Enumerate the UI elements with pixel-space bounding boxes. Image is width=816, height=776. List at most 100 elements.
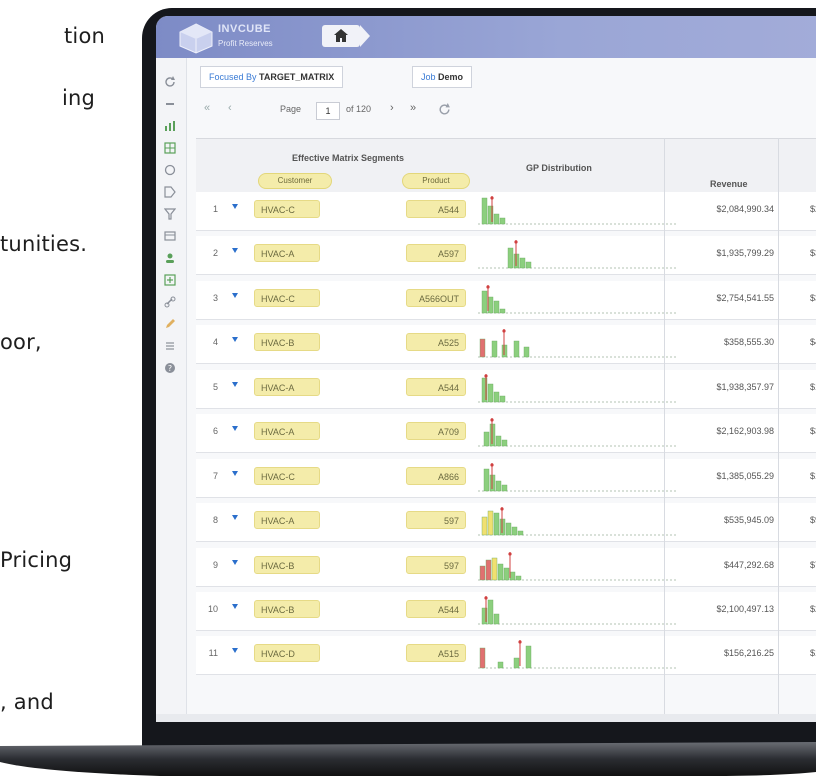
row-expand-icon[interactable] xyxy=(232,337,238,342)
pagination: « ‹ Page 1 of 120 › » xyxy=(200,102,620,124)
refresh-icon[interactable] xyxy=(164,76,176,88)
gp-distribution-chart[interactable] xyxy=(478,592,678,630)
home-button[interactable] xyxy=(322,25,360,47)
histogram-bar xyxy=(499,308,506,314)
prev-page-button[interactable]: ‹ xyxy=(228,102,232,114)
customer-segment-cell[interactable]: HVAC-A xyxy=(254,378,320,396)
first-page-button[interactable]: « xyxy=(204,102,210,114)
table-row[interactable]: 6 HVAC-A A709 $2,162,903.98 $32 xyxy=(196,414,816,453)
gp-distribution-chart[interactable] xyxy=(478,192,678,230)
gp-distribution-chart[interactable] xyxy=(478,459,678,497)
breadcrumb-arrow xyxy=(360,25,370,47)
row-expand-icon[interactable] xyxy=(232,471,238,476)
customer-segment-cell[interactable]: HVAC-A xyxy=(254,422,320,440)
product-segment-cell[interactable]: A515 xyxy=(406,644,466,662)
product-segment-cell[interactable]: A597 xyxy=(406,244,466,262)
customer-segment-cell[interactable]: HVAC-B xyxy=(254,556,320,574)
customer-segment-cell[interactable]: HVAC-B xyxy=(254,333,320,351)
left-toolbar: ? xyxy=(156,58,187,722)
gp-distribution-chart[interactable] xyxy=(478,636,678,674)
tab-job[interactable]: Job Demo xyxy=(412,66,473,88)
table-icon[interactable] xyxy=(164,230,176,242)
revenue-header[interactable]: Revenue xyxy=(710,179,748,189)
product-segment-cell[interactable]: A544 xyxy=(406,600,466,618)
customer-segment-cell[interactable]: HVAC-C xyxy=(254,467,320,485)
histogram-bar xyxy=(509,571,516,581)
revenue-cell: $2,100,497.13 xyxy=(716,604,774,614)
link-icon[interactable] xyxy=(164,296,176,308)
table-row[interactable]: 5 HVAC-A A544 $1,938,357.97 $19 xyxy=(196,370,816,409)
table-row[interactable]: 2 HVAC-A A597 $1,935,799.29 $390 xyxy=(196,236,816,275)
next-page-button[interactable]: › xyxy=(390,102,394,114)
tab-focused[interactable]: Focused By TARGET_MATRIX xyxy=(200,66,344,88)
customer-segment-cell[interactable]: HVAC-A xyxy=(254,511,320,529)
row-expand-icon[interactable] xyxy=(232,204,238,209)
gp-distribution-header[interactable]: GP Distribution xyxy=(526,163,592,173)
table-row[interactable]: 9 HVAC-B 597 $447,292.68 $7 xyxy=(196,548,816,587)
next-column-cell: $4 xyxy=(810,337,816,347)
histogram-bar xyxy=(501,484,508,492)
row-expand-icon[interactable] xyxy=(232,604,238,609)
bg-text-line-2: ing xyxy=(62,86,96,110)
tag-icon[interactable] xyxy=(164,186,176,198)
product-segment-cell[interactable]: A566OUT xyxy=(406,289,466,307)
customer-column-header[interactable]: Customer xyxy=(258,173,332,189)
table-row[interactable]: 10 HVAC-B A544 $2,100,497.13 $27 xyxy=(196,592,816,631)
row-number: 1 xyxy=(212,204,218,214)
filter-icon[interactable] xyxy=(164,208,176,220)
column-divider xyxy=(664,138,665,722)
table-row[interactable]: 11 HVAC-D A515 $156,216.25 $1 xyxy=(196,636,816,675)
list-icon[interactable] xyxy=(164,340,176,352)
pencil-icon[interactable] xyxy=(164,318,176,330)
gp-distribution-chart[interactable] xyxy=(478,503,678,541)
customer-segment-cell[interactable]: HVAC-A xyxy=(254,244,320,262)
customer-segment-cell[interactable]: HVAC-C xyxy=(254,289,320,307)
product-segment-cell[interactable]: A544 xyxy=(406,378,466,396)
product-segment-cell[interactable]: A866 xyxy=(406,467,466,485)
table-row[interactable]: 3 HVAC-C A566OUT $2,754,541.55 $380 xyxy=(196,281,816,320)
chart-icon[interactable] xyxy=(164,120,176,132)
user-icon[interactable] xyxy=(164,252,176,264)
row-expand-icon[interactable] xyxy=(232,382,238,387)
app-logo[interactable]: INVCUBE Profit Reserves xyxy=(178,22,338,54)
revenue-cell: $535,945.09 xyxy=(723,515,774,525)
page-number-input[interactable]: 1 xyxy=(316,102,340,120)
gp-distribution-chart[interactable] xyxy=(478,325,678,363)
customer-segment-cell[interactable]: HVAC-C xyxy=(254,200,320,218)
histogram-bar xyxy=(499,217,506,225)
reload-icon[interactable] xyxy=(438,103,451,116)
gp-distribution-chart[interactable] xyxy=(478,236,678,274)
product-column-header[interactable]: Product xyxy=(402,173,470,189)
table-row[interactable]: 4 HVAC-B A525 $358,555.30 $4 xyxy=(196,325,816,364)
customer-segment-cell[interactable]: HVAC-B xyxy=(254,600,320,618)
product-segment-cell[interactable]: 597 xyxy=(406,556,466,574)
row-expand-icon[interactable] xyxy=(232,248,238,253)
row-expand-icon[interactable] xyxy=(232,560,238,565)
gp-distribution-chart[interactable] xyxy=(478,281,678,319)
row-expand-icon[interactable] xyxy=(232,293,238,298)
gp-distribution-chart[interactable] xyxy=(478,414,678,452)
row-number: 5 xyxy=(212,382,218,392)
row-expand-icon[interactable] xyxy=(232,515,238,520)
product-segment-cell[interactable]: A544 xyxy=(406,200,466,218)
tab-focused-value: TARGET_MATRIX xyxy=(259,72,335,82)
histogram-bar xyxy=(507,247,514,269)
gp-distribution-chart[interactable] xyxy=(478,548,678,586)
row-expand-icon[interactable] xyxy=(232,648,238,653)
product-segment-cell[interactable]: 597 xyxy=(406,511,466,529)
last-page-button[interactable]: » xyxy=(410,102,416,114)
gp-distribution-chart[interactable] xyxy=(478,370,678,408)
revenue-cell: $1,935,799.29 xyxy=(716,248,774,258)
table-row[interactable]: 8 HVAC-A 597 $535,945.09 $9 xyxy=(196,503,816,542)
export-icon[interactable] xyxy=(164,274,176,286)
grid-icon[interactable] xyxy=(164,142,176,154)
table-row[interactable]: 1 HVAC-C A544 $2,084,990.34 $262 xyxy=(196,192,816,231)
row-expand-icon[interactable] xyxy=(232,426,238,431)
circle-icon[interactable] xyxy=(164,164,176,176)
help-icon[interactable]: ? xyxy=(164,362,176,374)
customer-segment-cell[interactable]: HVAC-D xyxy=(254,644,320,662)
product-segment-cell[interactable]: A525 xyxy=(406,333,466,351)
minus-icon[interactable] xyxy=(164,98,176,110)
product-segment-cell[interactable]: A709 xyxy=(406,422,466,440)
table-row[interactable]: 7 HVAC-C A866 $1,385,055.29 $19 xyxy=(196,459,816,498)
